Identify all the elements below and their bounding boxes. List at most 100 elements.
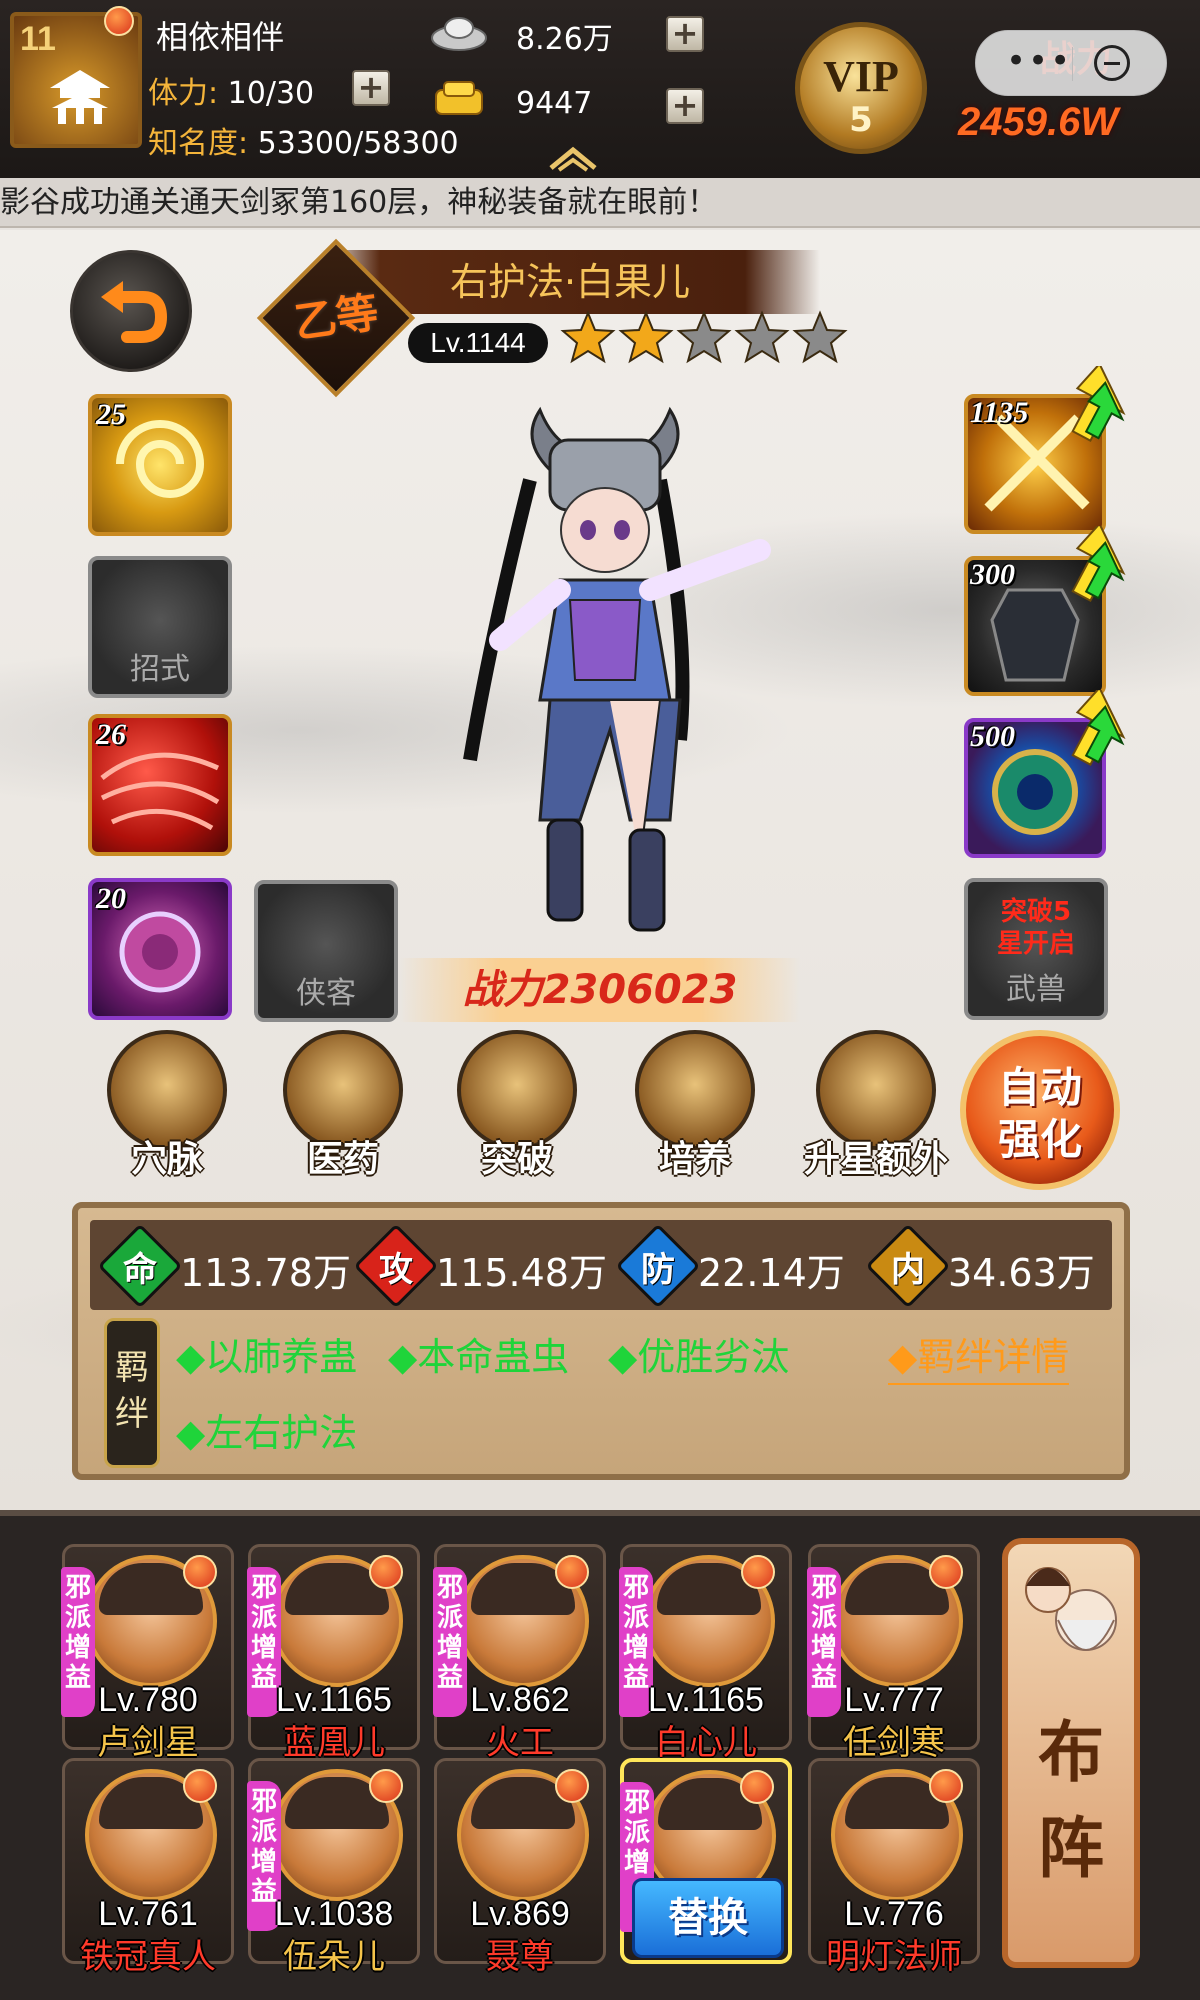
roster-hero-card[interactable]: 邪派增益 Lv.1165 白心儿 — [619, 1544, 792, 1763]
beast-slot[interactable]: 突破5 星开启 武兽 — [964, 878, 1108, 1020]
roster-hero-card[interactable]: 邪派增益 Lv.1165 蓝凰儿 — [247, 1544, 420, 1763]
add-gold-button[interactable]: + — [666, 88, 704, 124]
skill-slot-level: 25 — [96, 398, 126, 431]
breakthrough-button[interactable]: 突破 — [442, 1030, 592, 1190]
meridian-button[interactable]: 穴脉 — [92, 1030, 242, 1190]
vip-level: 5 — [849, 100, 873, 140]
hero-name: 卢剑星 — [97, 1723, 199, 1763]
companion-slot[interactable]: 侠客 — [254, 880, 398, 1022]
treasure-slot[interactable]: 20 — [88, 878, 232, 1020]
stamina-value: 10/30 — [227, 76, 315, 111]
upgrade-arrow-icon — [1071, 526, 1126, 602]
hero-level: Lv.1144 — [408, 323, 548, 363]
empty-star-icon — [676, 310, 732, 364]
silver-amount: 8.26万 — [516, 22, 613, 57]
gold-amount: 9447 — [516, 86, 593, 121]
empty-star-icon — [734, 310, 790, 364]
empty-star-icon — [792, 310, 848, 364]
notification-dot — [183, 1555, 217, 1589]
more-menu-icon[interactable]: ••• — [1006, 41, 1072, 81]
notification-dot — [555, 1555, 589, 1589]
bond-item: ◆左右护法 — [176, 1411, 358, 1455]
defense-char: 防 — [641, 1250, 675, 1290]
gold-ingot-icon — [435, 81, 483, 115]
vip-label: VIP — [823, 52, 899, 101]
attr-inner: 内 34.63万 — [865, 1223, 1108, 1309]
fame-value: 53300/58300 — [257, 126, 459, 161]
bond-detail-link[interactable]: ◆羁绊详情 — [888, 1326, 1070, 1385]
notification-dot — [104, 6, 134, 36]
notification-dot — [740, 1770, 774, 1804]
filled-star-icon — [618, 310, 674, 364]
hero-name: 白心儿 — [655, 1723, 757, 1763]
attr-attack: 攻 115.48万 — [353, 1223, 626, 1309]
silver-ingot-icon — [431, 17, 487, 51]
roster-hero-card[interactable]: 邪派增益 Lv.777 任剑寒 — [807, 1544, 980, 1763]
beast-unlock-hint: 突破5 星开启 — [996, 897, 1075, 959]
breakthrough-label: 突破 — [480, 1139, 553, 1180]
inner-value: 34.63万 — [948, 1251, 1095, 1295]
cultivate-button[interactable]: 培养 — [620, 1030, 770, 1190]
star-up-extra-label: 升星额外 — [803, 1139, 948, 1180]
capsule-divider — [1072, 47, 1073, 81]
top-power-value: 2459.6W — [958, 100, 1119, 144]
back-arrow-icon — [101, 281, 168, 343]
notification-dot — [555, 1769, 589, 1803]
pagoda-icon — [50, 70, 110, 124]
player-name: 相依相伴 — [156, 18, 285, 56]
hero-name: 伍朵儿 — [283, 1937, 385, 1977]
attribute-row: 命 113.78万 攻 115.48万 防 22.14万 内 34.63万 — [90, 1220, 1112, 1310]
move-slot[interactable]: 招式 — [88, 556, 232, 698]
medicine-label: 医药 — [306, 1139, 379, 1180]
notification-dot — [369, 1555, 403, 1589]
attr-defense: 防 22.14万 — [615, 1223, 868, 1309]
medicine-button[interactable]: 医药 — [268, 1030, 418, 1190]
attr-hp: 命 113.78万 — [97, 1223, 360, 1309]
roster-hero-card[interactable]: 邪派增益 Lv.1038 伍朵儿 — [247, 1758, 420, 1977]
vip-badge[interactable]: VIP 5 — [795, 22, 927, 154]
hero-name: 明灯法师 — [826, 1937, 962, 1977]
meridian-label: 穴脉 — [130, 1139, 203, 1180]
filled-star-icon — [560, 310, 616, 364]
weapon-level: 1135 — [970, 396, 1029, 429]
skill-slot-1[interactable]: 25 — [88, 394, 232, 536]
hero-name: 蓝凰儿 — [283, 1723, 385, 1763]
star-up-extra-button[interactable]: 升星额外 — [786, 1030, 966, 1190]
attack-char: 攻 — [379, 1250, 413, 1290]
formation-button[interactable]: 布阵 — [1002, 1538, 1140, 1968]
auto-enhance-button[interactable]: 自动 强化 — [960, 1030, 1120, 1190]
roster-hero-card[interactable]: Lv.776 明灯法师 — [808, 1758, 980, 1977]
hero-name: 火工 — [486, 1723, 554, 1763]
skill-slot-2[interactable]: 26 — [88, 714, 232, 856]
upgrade-arrow-icon — [1071, 366, 1126, 442]
inner-char: 内 — [891, 1250, 925, 1290]
announcement-marquee: 影谷成功通关通天剑冢第160层，神秘装备就在眼前！ — [0, 178, 1200, 228]
notification-dot — [369, 1769, 403, 1803]
roster-hero-card[interactable]: 邪派增益 Lv.862 火工 — [433, 1544, 606, 1763]
player-level: 11 — [20, 20, 56, 58]
cultivate-label: 培养 — [658, 1139, 731, 1180]
roster-hero-card[interactable]: 邪派增益 Lv.780 卢剑星 — [61, 1544, 234, 1763]
swap-button[interactable]: 替换 — [632, 1878, 784, 1958]
skill-slot-level: 26 — [96, 718, 126, 751]
roster-hero-card[interactable]: 邪派增替换 — [620, 1758, 792, 1964]
close-miniprogram-icon[interactable] — [1094, 45, 1130, 81]
formation-label: 布阵 — [1038, 1713, 1104, 1887]
hp-char: 命 — [123, 1250, 157, 1290]
roster-hero-card[interactable]: Lv.869 聂尊 — [434, 1758, 606, 1977]
add-stamina-button[interactable]: + — [352, 70, 390, 106]
treasure-slot-level: 20 — [96, 882, 126, 915]
bond-item: ◆优胜劣汰 — [608, 1335, 790, 1379]
companion-slot-label-text: 侠客 — [296, 976, 356, 1011]
collapse-chevron-icon[interactable] — [545, 142, 601, 172]
roster-hero-card[interactable]: Lv.761 铁冠真人 — [62, 1758, 234, 1977]
back-button[interactable] — [70, 250, 192, 372]
attribute-panel: 命 113.78万 攻 115.48万 防 22.14万 内 34.63万 羁绊… — [72, 1202, 1130, 1480]
bond-item: ◆以肺养蛊 — [176, 1335, 358, 1379]
add-silver-button[interactable]: + — [666, 16, 704, 52]
hero-name: 铁冠真人 — [80, 1937, 216, 1977]
accessory-level: 500 — [970, 720, 1015, 753]
bond-item: ◆本命蛊虫 — [388, 1335, 570, 1379]
upgrade-arrow-icon — [1071, 690, 1126, 766]
hp-value: 113.78万 — [180, 1251, 351, 1295]
